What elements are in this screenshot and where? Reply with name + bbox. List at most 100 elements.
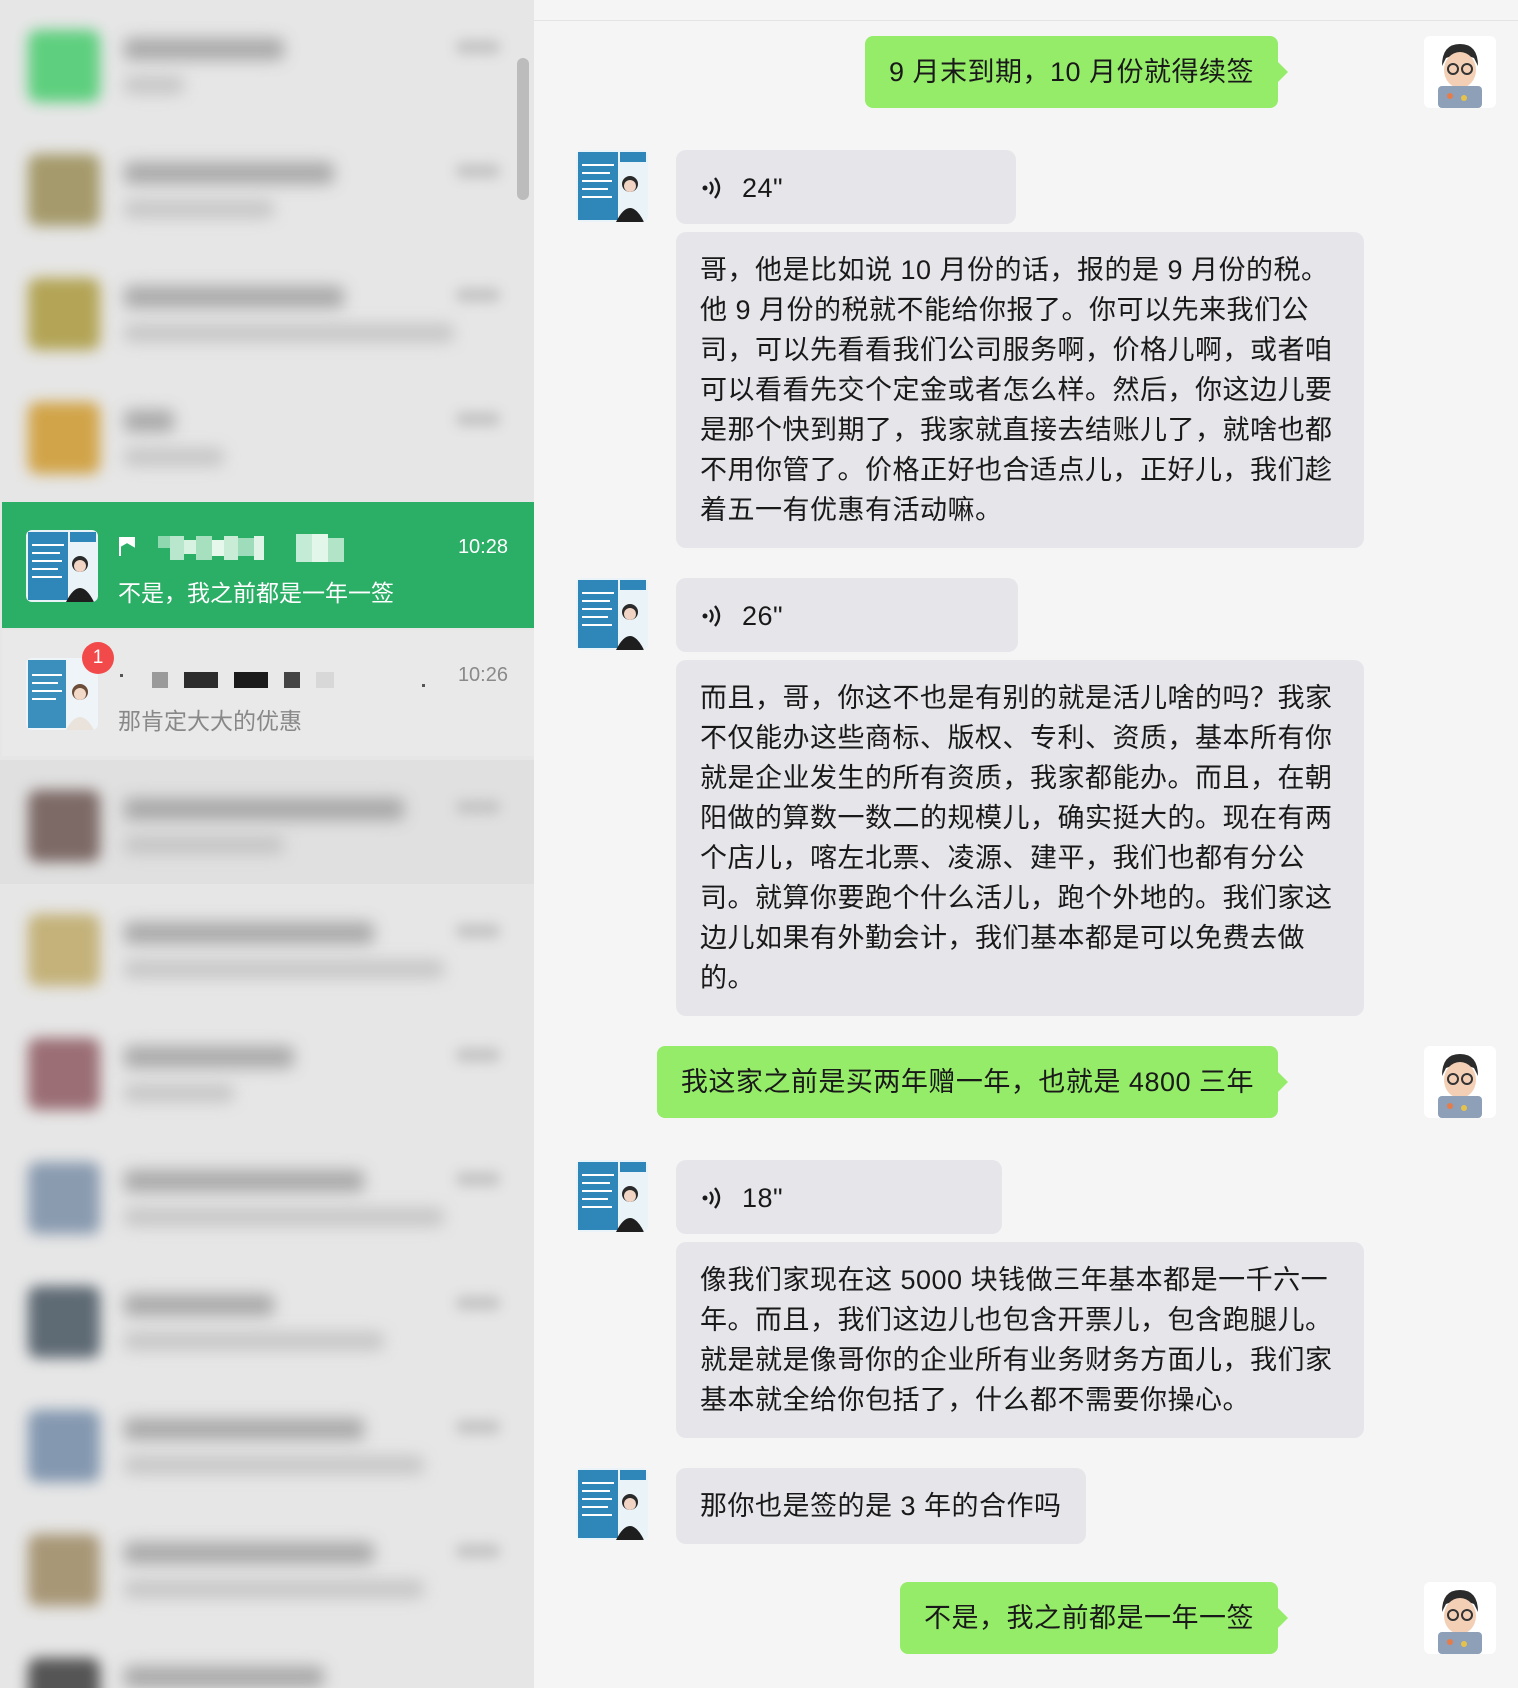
conversation-item[interactable]: 1 10:26 那肯定大大的优惠 (2, 630, 534, 756)
blurred-text (124, 448, 224, 466)
blurred-time (456, 924, 500, 938)
contact-avatar[interactable] (576, 1160, 648, 1232)
blurred-time (456, 412, 500, 426)
mosaic-block (212, 540, 224, 556)
blurred-conversation[interactable] (0, 0, 534, 124)
voice-transcript-bubble[interactable]: 像我们家现在这 5000 块钱做三年基本都是一千六一 年。而且，我们这边儿也包含… (676, 1242, 1364, 1438)
bookmark-icon (119, 537, 135, 556)
blurred-text (124, 1456, 424, 1474)
blurred-text (124, 1170, 364, 1192)
blurred-conversation[interactable] (0, 248, 534, 372)
contact-avatar[interactable] (576, 578, 648, 650)
transcript-line: 基本就全给你包括了，什么都不需要你操心。 (700, 1385, 1250, 1415)
other-message-bubble[interactable]: 那你也是签的是 3 年的合作吗 (676, 1468, 1086, 1544)
my-avatar[interactable] (1424, 1582, 1496, 1654)
blurred-time (456, 1296, 500, 1310)
mosaic-block (328, 538, 344, 562)
voice-wave-icon (702, 1187, 721, 1209)
my-message-bubble[interactable]: 我这家之前是买两年赠一年，也就是 4800 三年 (656, 1046, 1289, 1118)
transcript-line: 年。而且，我们这边儿也包含开票儿，包含跑腿儿。 (700, 1305, 1333, 1335)
voice-message-bubble[interactable]: 26" (676, 578, 1018, 652)
blurred-text (124, 960, 444, 978)
blurred-text (124, 1580, 424, 1598)
voice-wave-icon (702, 177, 721, 199)
conversation-preview: 不是，我之前都是一年一签 (118, 580, 394, 606)
voice-transcript-bubble[interactable]: 而且，哥，你这不也是有别的就是活儿啥的吗？我家 不仅能办这些商标、版权、专利、资… (676, 660, 1364, 1016)
blurred-avatar (28, 1038, 100, 1110)
conversation-preview: 那肯定大大的优惠 (118, 708, 302, 734)
mosaic-block (184, 672, 218, 688)
blurred-text (124, 1084, 234, 1102)
blurred-time (456, 1172, 500, 1186)
transcript-line: 阳做的算数一数二的规模儿，确实挺大的。现在有两 (700, 803, 1333, 833)
blurred-time (456, 40, 500, 54)
voice-transcript-bubble[interactable]: 哥，他是比如说 10 月份的话，报的是 9 月份的税。 他 9 月份的税就不能给… (676, 232, 1364, 548)
scrollbar-thumb[interactable] (517, 58, 529, 200)
blurred-conversation[interactable] (0, 372, 534, 496)
voice-message-bubble[interactable]: 18" (676, 1160, 1002, 1234)
transcript-line: 而且，哥，你这不也是有别的就是活儿啥的吗？我家 (700, 683, 1333, 713)
my-avatar[interactable] (1424, 36, 1496, 108)
contact-avatar (26, 530, 98, 602)
mosaic-block (312, 534, 328, 562)
blurred-conversation[interactable] (0, 1380, 534, 1504)
blurred-conversation[interactable] (0, 884, 534, 1008)
blurred-conversation[interactable] (0, 760, 534, 884)
blurred-avatar (28, 790, 100, 862)
my-message-bubble[interactable]: 不是，我之前都是一年一签 (900, 1582, 1288, 1654)
transcript-line: 像我们家现在这 5000 块钱做三年基本都是一千六一 (700, 1265, 1329, 1295)
unread-badge: 1 (82, 642, 114, 674)
voice-wave-icon (702, 605, 721, 627)
blurred-conversation[interactable] (0, 1132, 534, 1256)
mosaic-block (196, 536, 212, 560)
blurred-avatar (28, 1658, 100, 1688)
blurred-time (456, 1420, 500, 1434)
blurred-avatar (28, 154, 100, 226)
blurred-avatar (28, 1162, 100, 1234)
mosaic-block (152, 672, 168, 688)
blurred-text (124, 798, 404, 820)
header-divider (534, 20, 1518, 21)
transcript-line: 不仅能办这些商标、版权、专利、资质，基本所有你 (700, 723, 1333, 753)
transcript-line: 着五一有优惠有活动嘛。 (700, 495, 1003, 525)
blurred-avatar (28, 278, 100, 350)
blurred-time (456, 288, 500, 302)
my-avatar[interactable] (1424, 1046, 1496, 1118)
conversation-time: 10:26 (457, 664, 508, 686)
blurred-text (124, 286, 344, 308)
blurred-avatar (28, 1410, 100, 1482)
conversation-item-active[interactable]: 10:28 不是，我之前都是一年一签 (2, 502, 534, 628)
blurred-text (124, 76, 184, 94)
blurred-avatar (28, 914, 100, 986)
voice-duration: 24" (742, 172, 784, 203)
voice-message-bubble[interactable]: 24" (676, 150, 1016, 224)
voice-duration: 26" (742, 600, 784, 631)
blurred-avatar (28, 30, 100, 102)
mosaic-block (254, 536, 264, 560)
blurred-conversation[interactable] (0, 1628, 534, 1688)
blurred-text (124, 1542, 374, 1564)
transcript-line: 司。就算你要跑个什么活儿，跑个外地的。我们家这 (700, 883, 1333, 913)
blurred-text (124, 1046, 294, 1068)
voice-duration: 18" (742, 1182, 784, 1213)
blurred-text (124, 1666, 324, 1688)
blurred-text (124, 1418, 364, 1440)
transcript-line: 哥，他是比如说 10 月份的话，报的是 9 月份的税。 (700, 255, 1329, 285)
blurred-conversation[interactable] (0, 1256, 534, 1380)
mosaic-block (224, 536, 238, 560)
mosaic-block (158, 536, 170, 548)
my-message-bubble[interactable]: 9 月末到期，10 月份就得续签 (864, 36, 1289, 108)
transcript-line: 他 9 月份的税就不能给你报了。你可以先来我们公 (700, 295, 1310, 325)
blurred-conversation[interactable] (0, 1504, 534, 1628)
contact-avatar[interactable] (576, 150, 648, 222)
mosaic-block (234, 672, 268, 688)
mosaic-block (170, 536, 184, 560)
blurred-conversation[interactable] (0, 124, 534, 248)
blurred-conversation[interactable] (0, 1008, 534, 1132)
mosaic-block (184, 540, 196, 554)
contact-avatar[interactable] (576, 1468, 648, 1540)
mosaic-block (296, 534, 312, 562)
blurred-text (124, 38, 284, 60)
message-text: 9 月末到期，10 月份就得续签 (888, 57, 1254, 87)
mosaic-block (422, 684, 425, 687)
